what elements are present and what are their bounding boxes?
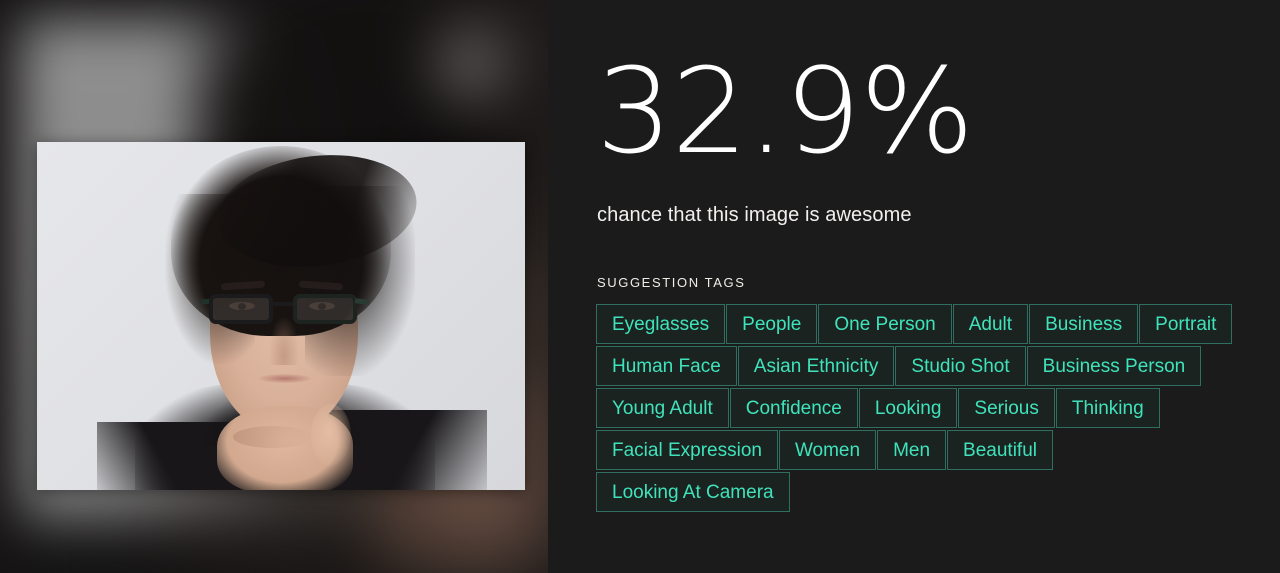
photo-mouth xyxy=(259,374,311,383)
suggestion-tag[interactable]: Portrait xyxy=(1139,304,1233,344)
suggestion-tag[interactable]: Asian Ethnicity xyxy=(737,346,895,386)
suggestion-tag[interactable]: Business xyxy=(1029,304,1139,344)
suggestion-tag[interactable]: People xyxy=(726,304,818,344)
suggestion-tag[interactable]: Beautiful xyxy=(947,430,1053,470)
suggestion-tag[interactable]: Women xyxy=(778,430,877,470)
preview-photo[interactable] xyxy=(37,142,525,490)
suggestion-tag[interactable]: Thinking xyxy=(1055,388,1160,428)
suggestion-tags-label: SUGGESTION TAGS xyxy=(597,275,746,290)
suggestion-tag[interactable]: Confidence xyxy=(729,388,858,428)
suggestion-tag[interactable]: Business Person xyxy=(1026,346,1202,386)
suggestion-tag[interactable]: Facial Expression xyxy=(596,430,778,470)
suggestion-tag[interactable]: Looking At Camera xyxy=(596,472,790,512)
suggestion-tag[interactable]: Human Face xyxy=(596,346,737,386)
awesomeness-score: 32.9% xyxy=(596,42,974,180)
suggestion-tag[interactable]: One Person xyxy=(818,304,952,344)
glasses-lens-right xyxy=(293,294,357,324)
backdrop-vignette-top xyxy=(0,0,548,10)
suggestion-tag[interactable]: Studio Shot xyxy=(895,346,1026,386)
suggestion-tag[interactable]: Men xyxy=(877,430,947,470)
backdrop-vignette-left xyxy=(0,0,20,573)
photo-knuckles xyxy=(233,426,313,448)
suggestion-tag[interactable]: Serious xyxy=(958,388,1055,428)
image-preview-panel xyxy=(0,0,548,573)
analysis-results-panel: 32.9% chance that this image is awesome … xyxy=(596,0,1280,573)
suggestion-tag[interactable]: Young Adult xyxy=(596,388,729,428)
glasses-lens-left xyxy=(209,294,273,324)
suggestion-tag[interactable]: Adult xyxy=(952,304,1029,344)
suggestion-tag[interactable]: Looking xyxy=(858,388,958,428)
suggestion-tag[interactable]: Eyeglasses xyxy=(596,304,726,344)
app-root: 32.9% chance that this image is awesome … xyxy=(0,0,1280,573)
photo-nose xyxy=(269,317,299,365)
photo-thumb xyxy=(311,404,351,466)
score-caption: chance that this image is awesome xyxy=(597,204,912,226)
suggestion-tags-list: Eyeglasses People One Person Adult Business P… xyxy=(596,304,1236,514)
